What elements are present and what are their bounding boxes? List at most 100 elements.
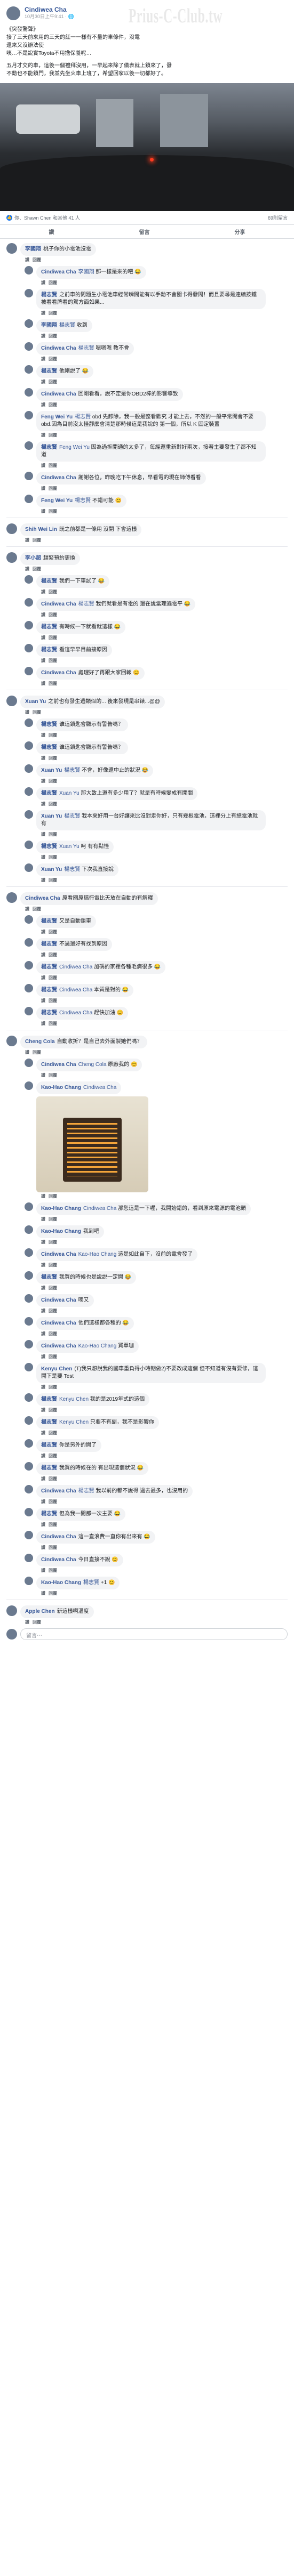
mention-tag[interactable]: 楊志賢 (75, 498, 91, 504)
comment-count[interactable]: 69則留言 (268, 214, 288, 221)
comment-reply-link[interactable]: 回覆 (49, 311, 57, 316)
commenter-name[interactable]: 楊志賢 (41, 647, 57, 653)
comment-like-link[interactable]: 讚 (41, 1431, 45, 1435)
comment-reply-link[interactable]: 回覆 (49, 590, 57, 594)
commenter-name[interactable]: 楊志賢 (41, 1511, 57, 1517)
mention-tag[interactable]: 楊志賢 (64, 768, 80, 773)
commenter-name[interactable]: Xuan Yu (41, 867, 62, 873)
comment-reply-link[interactable]: 回覆 (49, 334, 57, 338)
commenter-name[interactable]: Kenyu Chen (41, 1366, 72, 1372)
reactions-text[interactable]: 你、Shawn Chen 和其他 41 人 (14, 214, 80, 221)
comment-like-link[interactable]: 讚 (41, 402, 45, 407)
commenter-name[interactable]: Cindiwea Cha (41, 670, 76, 676)
comment-reply-link[interactable]: 回覆 (49, 998, 57, 1003)
mention-tag[interactable]: Cindiwea Cha (83, 1206, 116, 1212)
comment-reply-link[interactable]: 回覆 (49, 1240, 57, 1245)
commenter-avatar[interactable] (25, 1007, 33, 1015)
post-photo[interactable] (0, 83, 294, 211)
commenter-name[interactable]: Cindiwea Cha (41, 1557, 76, 1563)
comment-reply-link[interactable]: 回覆 (49, 1522, 57, 1527)
commenter-name[interactable]: Cindiwea Cha (41, 601, 76, 607)
mention-tag[interactable]: Cindiwea Cha (59, 987, 92, 993)
commenter-name[interactable]: Cindiwea Cha (41, 1297, 76, 1303)
commenter-name[interactable]: 楊志賢 (41, 918, 57, 924)
comment-like-link[interactable]: 讚 (25, 710, 29, 715)
commenter-name[interactable]: 楊志賢 (41, 941, 57, 947)
comment-like-link[interactable]: 讚 (41, 1021, 45, 1026)
comment-reply-link[interactable]: 回覆 (49, 1385, 57, 1390)
commenter-name[interactable]: Xuan Yu (41, 768, 62, 773)
commenter-avatar[interactable] (25, 644, 33, 652)
commenter-name[interactable]: 楊志賢 (41, 1010, 57, 1016)
comment-reply-link[interactable]: 回覆 (49, 779, 57, 784)
commenter-avatar[interactable] (25, 472, 33, 480)
comment-like-link[interactable]: 讚 (41, 756, 45, 761)
comment-reply-link[interactable]: 回覆 (49, 612, 57, 617)
commenter-avatar[interactable] (25, 621, 33, 629)
comment-reply-link[interactable]: 回覆 (49, 1476, 57, 1481)
commenter-avatar[interactable] (25, 1508, 33, 1516)
comment-like-link[interactable]: 讚 (41, 1354, 45, 1359)
comment-like-link[interactable]: 讚 (41, 280, 45, 285)
commenter-name[interactable]: Feng Wei Yu (41, 414, 73, 420)
commenter-name[interactable]: 楊志賢 (41, 745, 57, 750)
comment-button[interactable]: 留言 (139, 228, 150, 236)
comment-like-link[interactable]: 讚 (41, 998, 45, 1003)
commenter-name[interactable]: Cindiwea Cha (41, 391, 76, 397)
comment-like-link[interactable]: 讚 (41, 1408, 45, 1412)
mention-tag[interactable]: Kenyu Chen (59, 1419, 89, 1425)
comment-reply-link[interactable]: 回覆 (49, 509, 57, 514)
post-time[interactable]: 10月30日上午9:41 · 🌐 (25, 13, 74, 20)
commenter-avatar[interactable] (6, 892, 17, 903)
comment-like-link[interactable]: 讚 (25, 257, 29, 262)
commenter-avatar[interactable] (25, 787, 33, 796)
comment-like-link[interactable]: 讚 (41, 832, 45, 837)
comment-reply-link[interactable]: 回覆 (49, 463, 57, 468)
comment-reply-link[interactable]: 回覆 (49, 1217, 57, 1222)
comment-photo[interactable] (36, 1096, 148, 1192)
comment-reply-link[interactable]: 回覆 (49, 1073, 57, 1078)
comment-like-link[interactable]: 讚 (41, 878, 45, 883)
commenter-name[interactable]: 楊志賢 (41, 292, 57, 298)
commenter-name[interactable]: 楊志賢 (41, 790, 57, 796)
commenter-name[interactable]: Cindiwea Cha (41, 1534, 76, 1540)
mention-tag[interactable]: 楊志賢 (59, 322, 75, 328)
commenter-name[interactable]: 楊志賢 (41, 987, 57, 993)
comment-like-link[interactable]: 讚 (41, 1522, 45, 1527)
comment-reply-link[interactable]: 回覆 (49, 1354, 57, 1359)
commenter-avatar[interactable] (25, 1081, 33, 1090)
comment-reply-link[interactable]: 回覆 (49, 433, 57, 438)
comment-reply-link[interactable]: 回覆 (49, 379, 57, 384)
comment-reply-link[interactable]: 回覆 (33, 1620, 41, 1625)
commenter-avatar[interactable] (25, 1225, 33, 1234)
commenter-name[interactable]: 楊志賢 (41, 1274, 57, 1280)
mention-tag[interactable]: 楊志賢 (75, 414, 91, 420)
mention-tag[interactable]: Cheng Cola (78, 1062, 107, 1068)
commenter-name[interactable]: Cindiwea Cha (41, 475, 76, 481)
commenter-avatar[interactable] (25, 863, 33, 872)
commenter-avatar[interactable] (25, 1577, 33, 1585)
comment-like-link[interactable]: 讚 (41, 658, 45, 663)
mention-tag[interactable]: Kao-Hao Chang (78, 1251, 117, 1257)
comment-reply-link[interactable]: 回覆 (49, 486, 57, 491)
comment-reply-link[interactable]: 回覆 (33, 257, 41, 262)
comment-reply-link[interactable]: 回覆 (49, 635, 57, 640)
commenter-avatar[interactable] (6, 523, 17, 534)
commenter-name[interactable]: 李國翔 (25, 246, 41, 252)
commenter-avatar[interactable] (25, 667, 33, 675)
mention-tag[interactable]: 楊志賢 (83, 1580, 99, 1586)
comment-reply-link[interactable]: 回覆 (49, 1021, 57, 1026)
comment-like-link[interactable]: 讚 (41, 733, 45, 738)
comment-like-link[interactable]: 讚 (41, 1453, 45, 1458)
comment-reply-link[interactable]: 回覆 (49, 733, 57, 738)
comment-reply-link[interactable]: 回覆 (49, 1499, 57, 1504)
commenter-name[interactable]: 楊志賢 (41, 624, 57, 630)
comment-reply-link[interactable]: 回覆 (49, 1286, 57, 1290)
comment-like-link[interactable]: 讚 (41, 486, 45, 491)
commenter-avatar[interactable] (25, 1248, 33, 1257)
comment-like-link[interactable]: 讚 (41, 509, 45, 514)
mention-tag[interactable]: 楊志賢 (78, 601, 94, 607)
comment-reply-link[interactable]: 回覆 (49, 975, 57, 980)
commenter-avatar[interactable] (25, 841, 33, 849)
commenter-avatar[interactable] (25, 575, 33, 584)
